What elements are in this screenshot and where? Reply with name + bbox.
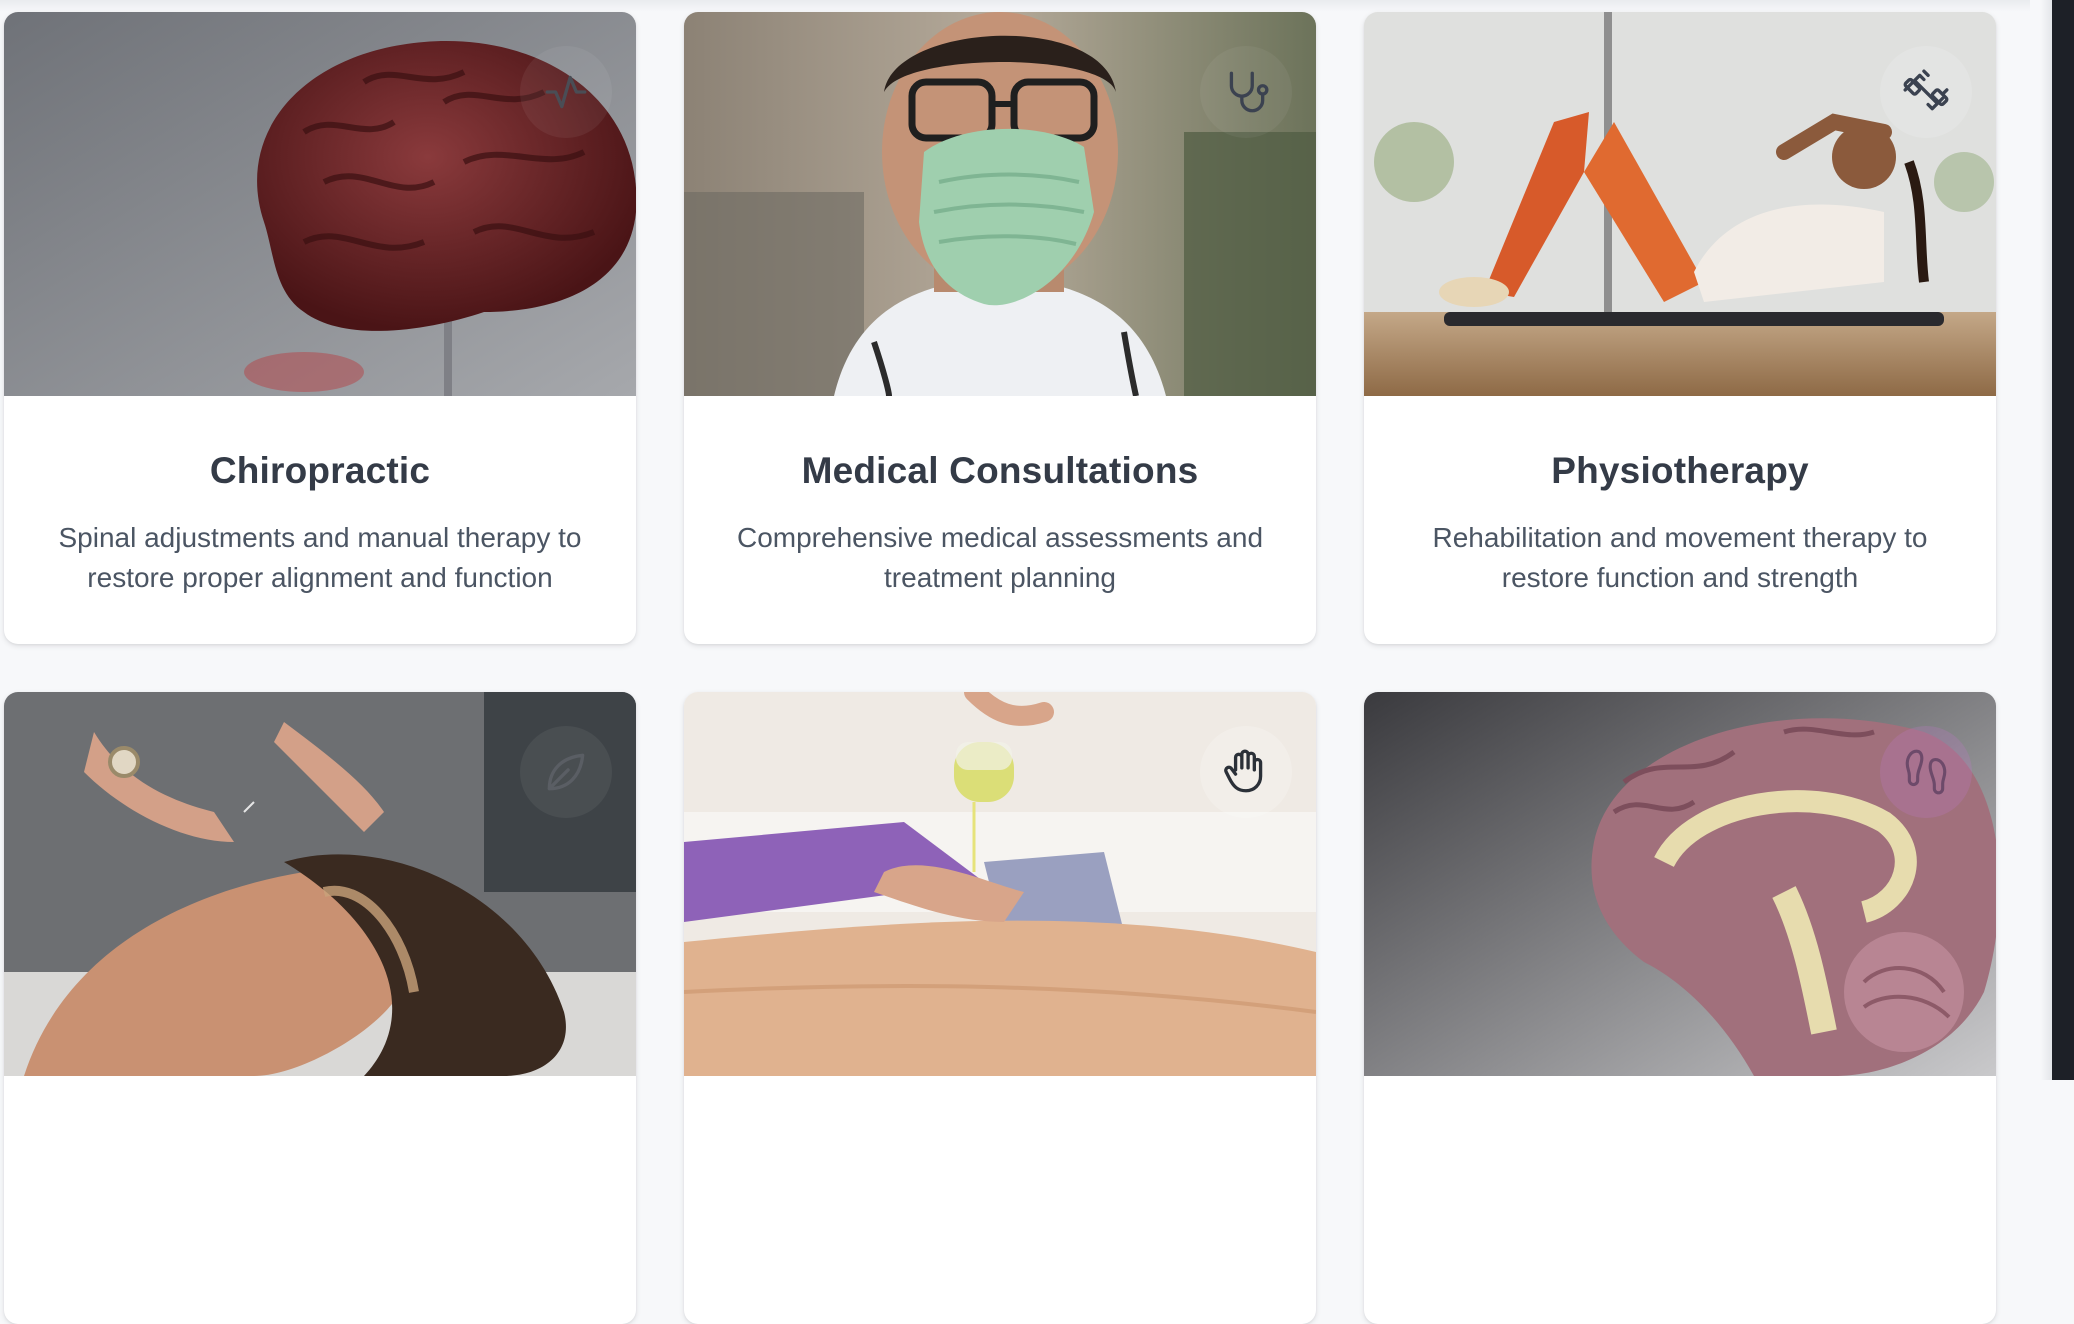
activity-icon — [545, 75, 587, 109]
top-shadow — [0, 0, 2030, 12]
service-description: Rehabilitation and movement therapy to r… — [1432, 522, 1928, 593]
service-icon-badge — [1200, 46, 1292, 138]
services-grid: Chiropractic Spinal adjustments and manu… — [4, 12, 1996, 1324]
service-card-physiotherapy[interactable]: Physiotherapy Rehabilitation and movemen… — [1364, 12, 1996, 644]
footprints-icon — [1905, 749, 1947, 795]
service-card-6[interactable] — [1364, 692, 1996, 1324]
service-title: Chiropractic — [209, 450, 431, 491]
service-card-body: Medical Consultations Comprehensive medi… — [684, 396, 1316, 644]
window-edge — [2040, 0, 2074, 1080]
service-card-medical-consultations[interactable]: Medical Consultations Comprehensive medi… — [684, 12, 1316, 644]
service-card-body — [4, 1076, 636, 1324]
woman-doing-crunches-photo — [1364, 12, 1996, 396]
brain-cross-section-photo — [1364, 692, 1996, 1076]
service-description: Spinal adjustments and manual therapy to… — [58, 522, 582, 593]
service-icon-badge — [1880, 46, 1972, 138]
acupuncture-face-photo — [4, 692, 636, 1076]
hand-icon — [1224, 749, 1263, 793]
service-title: Physiotherapy — [1551, 450, 1809, 491]
service-icon-badge — [1880, 726, 1972, 818]
stethoscope-icon — [1229, 71, 1269, 113]
service-card-body — [684, 1076, 1316, 1324]
dumbbell-icon — [1903, 69, 1949, 111]
oil-massage-photo — [684, 692, 1316, 1076]
service-icon-badge — [520, 726, 612, 818]
brain-model-photo — [4, 12, 636, 396]
service-icon-badge — [1200, 726, 1292, 818]
service-card-4[interactable] — [4, 692, 636, 1324]
service-title: Medical Consultations — [801, 450, 1199, 491]
service-card-body: Chiropractic Spinal adjustments and manu… — [4, 396, 636, 644]
service-card-chiropractic[interactable]: Chiropractic Spinal adjustments and manu… — [4, 12, 636, 644]
service-description: Comprehensive medical assessments and tr… — [736, 522, 1264, 593]
masked-doctor-photo — [684, 12, 1316, 396]
leaf-icon — [547, 753, 585, 791]
service-card-5[interactable] — [684, 692, 1316, 1324]
service-card-body — [1364, 1076, 1996, 1324]
service-card-body: Physiotherapy Rehabilitation and movemen… — [1364, 396, 1996, 644]
service-icon-badge — [520, 46, 612, 138]
